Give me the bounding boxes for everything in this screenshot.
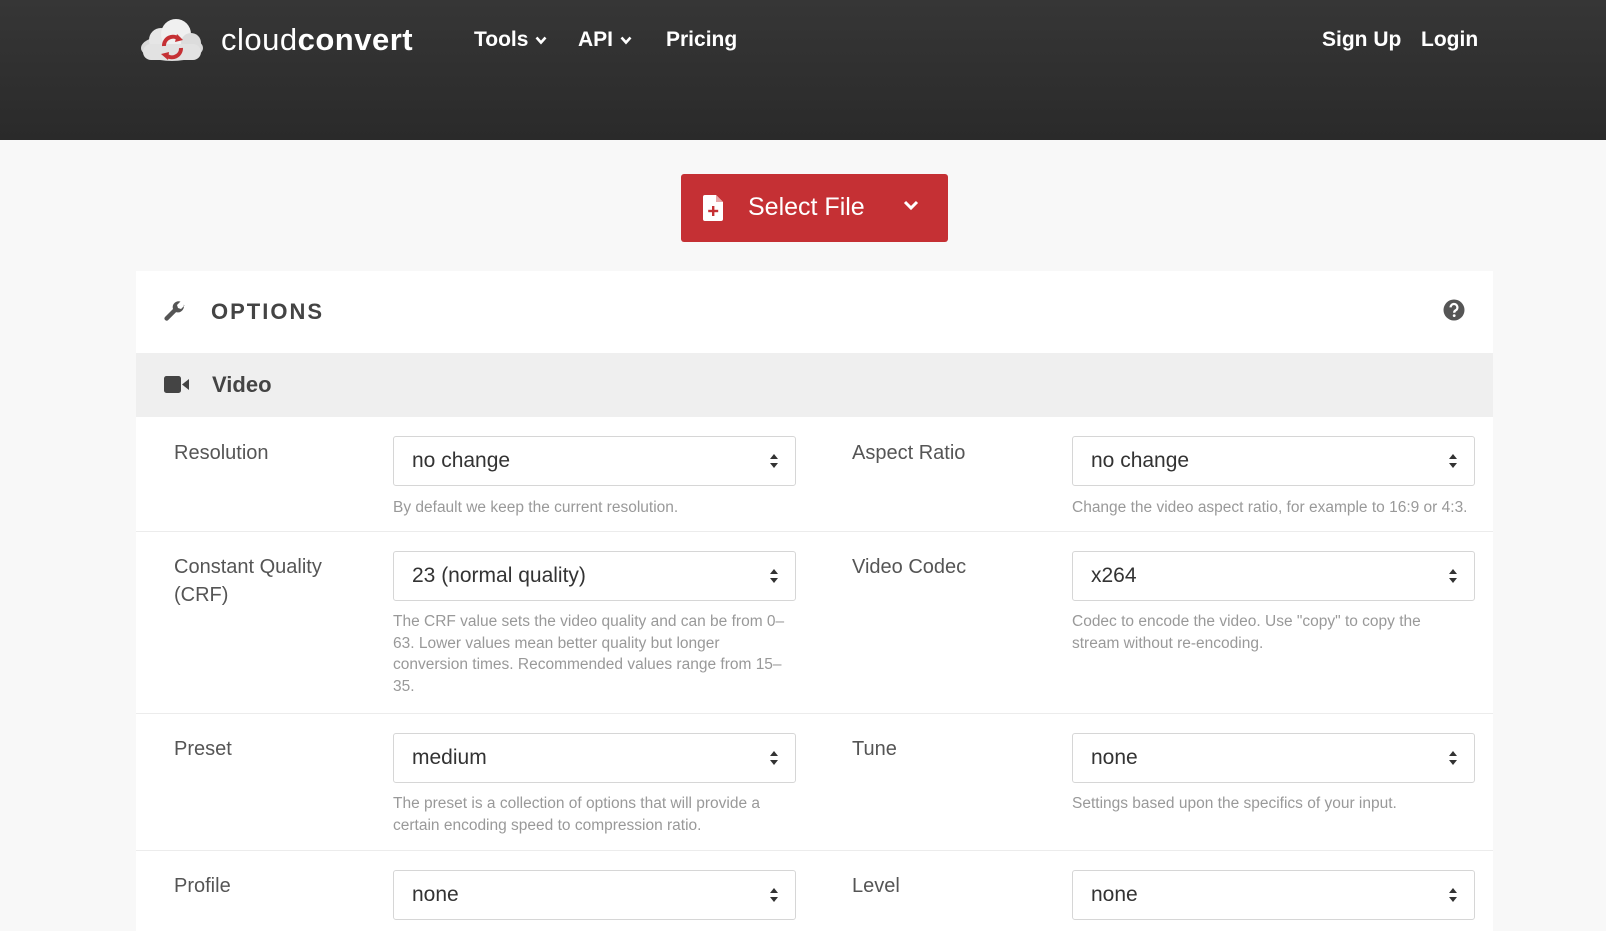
signup-label: Sign Up <box>1322 28 1402 51</box>
brand-name: cloudconvert <box>221 22 413 58</box>
options-row-resolution: Resolution no change By default we keep … <box>136 417 1493 531</box>
video-codec-select[interactable]: x264 <box>1072 551 1475 601</box>
chevron-down-icon <box>535 36 547 44</box>
aspect-ratio-label: Aspect Ratio <box>852 442 966 464</box>
tune-label: Tune <box>852 738 897 760</box>
brand-name-light: cloud <box>221 22 298 57</box>
options-row-profile: Profile none Level none <box>136 850 1493 931</box>
wrench-icon <box>164 301 185 321</box>
resolution-help: By default we keep the current resolutio… <box>393 499 679 516</box>
options-title: OPTIONS <box>211 299 325 324</box>
video-camera-icon <box>164 376 189 393</box>
nav-pricing-link[interactable]: Pricing <box>666 26 737 54</box>
nav-api-menu[interactable]: API <box>578 26 632 54</box>
tune-help: Settings based upon the specifics of you… <box>1072 795 1397 812</box>
select-arrows-icon <box>1449 888 1457 902</box>
cloud-logo-icon <box>141 19 203 61</box>
logo[interactable]: cloudconvert <box>139 18 413 62</box>
preset-select[interactable]: medium <box>393 733 796 783</box>
video-codec-label: Video Codec <box>852 556 967 578</box>
level-label: Level <box>852 875 900 897</box>
nav-tools-label: Tools <box>474 28 529 51</box>
chevron-down-icon <box>620 36 632 44</box>
nav-api-label: API <box>578 28 614 51</box>
preset-value: medium <box>412 746 487 769</box>
select-file-label: Select File <box>748 193 865 221</box>
video-codec-value: x264 <box>1091 564 1137 587</box>
select-arrows-icon <box>1449 751 1457 765</box>
brand-name-bold: convert <box>297 22 414 57</box>
resolution-label: Resolution <box>174 442 269 464</box>
options-header: OPTIONS <box>136 271 1493 353</box>
login-label: Login <box>1421 28 1479 51</box>
select-arrows-icon <box>770 751 778 765</box>
nav-tools-menu[interactable]: Tools <box>474 26 547 54</box>
select-arrows-icon <box>1449 569 1457 583</box>
preset-label: Preset <box>174 738 232 760</box>
select-arrows-icon <box>770 569 778 583</box>
video-codec-help: Codec to encode the video. Use "copy" to… <box>1072 613 1421 652</box>
file-plus-icon <box>703 195 723 221</box>
video-section-header[interactable]: Video <box>136 353 1493 417</box>
crf-select[interactable]: 23 (normal quality) <box>393 551 796 601</box>
aspect-ratio-help: Change the video aspect ratio, for examp… <box>1072 499 1468 516</box>
profile-select[interactable]: none <box>393 870 796 920</box>
aspect-ratio-value: no change <box>1091 449 1190 472</box>
select-arrows-icon <box>1449 454 1457 468</box>
profile-label: Profile <box>174 875 231 897</box>
login-link[interactable]: Login <box>1421 26 1478 54</box>
aspect-ratio-select[interactable]: no change <box>1072 436 1475 486</box>
options-row-crf: Constant Quality (CRF) 23 (normal qualit… <box>136 531 1493 714</box>
crf-label: Constant Quality (CRF) <box>174 556 322 606</box>
select-file-button[interactable]: Select File <box>681 174 948 242</box>
options-row-preset: Preset medium The preset is a collection… <box>136 713 1493 851</box>
resolution-value: no change <box>412 449 511 472</box>
tune-select[interactable]: none <box>1072 733 1475 783</box>
tune-value: none <box>1091 746 1138 769</box>
profile-value: none <box>412 883 459 906</box>
level-value: none <box>1091 883 1138 906</box>
crf-help: The CRF value sets the video quality and… <box>393 613 785 695</box>
nav-pricing-label: Pricing <box>666 28 738 51</box>
help-circle-icon[interactable] <box>1443 299 1465 321</box>
select-arrows-icon <box>770 888 778 902</box>
video-section-title: Video <box>212 372 272 397</box>
select-arrows-icon <box>770 454 778 468</box>
level-select[interactable]: none <box>1072 870 1475 920</box>
options-panel: OPTIONS Video Resolution no change By de… <box>136 271 1493 931</box>
resolution-select[interactable]: no change <box>393 436 796 486</box>
preset-help: The preset is a collection of options th… <box>393 795 761 834</box>
crf-value: 23 (normal quality) <box>412 564 586 587</box>
signup-link[interactable]: Sign Up <box>1322 26 1401 54</box>
chevron-down-icon[interactable] <box>903 200 919 211</box>
top-navbar: cloudconvert Tools API Pricing Sign Up L… <box>0 0 1606 140</box>
